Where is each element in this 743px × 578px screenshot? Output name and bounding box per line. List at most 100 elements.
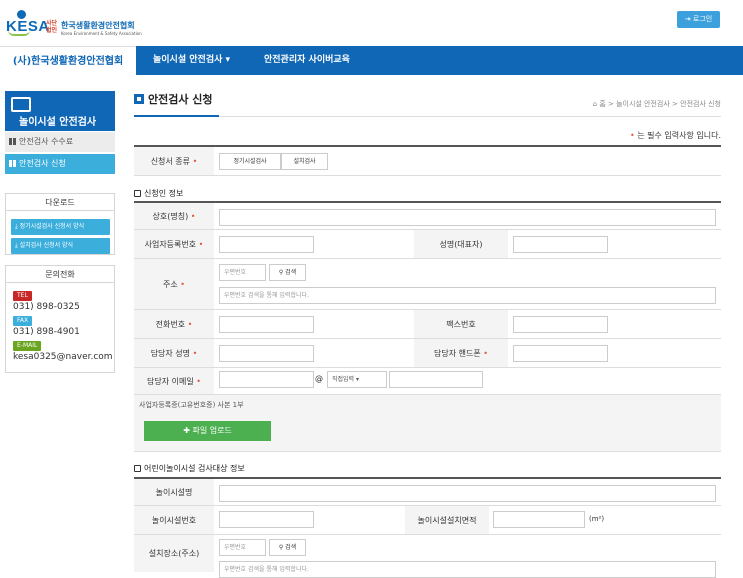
mobile-label: 담당자 핸드폰 • — [414, 339, 508, 367]
ceo-label: 성명(대표자) — [414, 230, 508, 258]
download-label: 정기시설검사 신청서 양식 — [19, 223, 85, 230]
download-title: 다운로드 — [6, 194, 114, 211]
bizno-input[interactable] — [219, 236, 314, 253]
download-icon: ⤓ — [15, 242, 18, 249]
logo-org-name: 한국생활환경안전협회 — [61, 21, 135, 30]
company-row: 상호(명칭) • — [134, 201, 721, 230]
email-at: @ — [315, 374, 323, 383]
login-button[interactable]: ⇥ 로그인 — [677, 11, 720, 28]
breadcrumb: ⌂ 홈 > 놀이시설 안전검사 > 안전검사 신청 — [593, 99, 721, 109]
phone-label: 전화번호 • — [134, 310, 214, 338]
company-input[interactable] — [219, 209, 716, 226]
title-square-icon — [134, 94, 144, 104]
company-label: 상호(명칭) • — [134, 203, 214, 229]
sidebar-header: 놀이시설 안전검사 — [5, 91, 115, 131]
location-label: 설치장소(주소) — [134, 535, 214, 572]
bizno-label: 사업자등록번호 • — [134, 230, 214, 258]
address-input[interactable]: 우편번호 검색을 통해 입력합니다. — [219, 287, 716, 304]
mobile-input[interactable] — [513, 345, 608, 362]
bizno-label-text: 사업자등록번호 — [144, 239, 197, 249]
type-regular-button[interactable]: 정기시설검사 — [219, 153, 281, 170]
location-search-button[interactable]: ⚲ 검색 — [269, 539, 306, 556]
email-label-text: 담당자 이메일 — [147, 376, 194, 386]
logo-org-type: 사단 법인 — [46, 20, 58, 34]
fax-input[interactable] — [513, 316, 608, 333]
address-label-text: 주소 — [163, 279, 178, 289]
nav-item-inspection[interactable]: 놀이시설 안전검사 ▾ — [153, 46, 230, 75]
nav-item-cyber-education[interactable]: 안전관리자 사이버교육 — [264, 46, 350, 75]
facility-no-row: 놀이시설번호 놀이시설설치면적 (m²) — [134, 506, 721, 535]
page-title: 안전검사 신청 — [134, 91, 213, 107]
required-note: • 는 필수 입력사항 입니다. — [629, 131, 721, 140]
download-box: 다운로드 ⤓ 정기시설검사 신청서 양식 ⤓ 설치검사 신청서 양식 — [5, 193, 115, 255]
fax-number: 031) 898-4901 — [13, 327, 80, 337]
contact-box: 문의전화 TEL 031) 898-0325 FAX 031) 898-4901… — [5, 265, 115, 373]
main-nav: (사)한국생활환경안전협회 놀이시설 안전검사 ▾ 안전관리자 사이버교육 — [0, 46, 743, 75]
logo-org-name-en: Korea Environment & Safety Association — [61, 31, 142, 36]
zip-search-label: 검색 — [285, 269, 297, 276]
facility-name-input[interactable] — [219, 485, 716, 502]
required-note-text: 는 필수 입력사항 입니다. — [637, 131, 721, 140]
email-domain-value: 직접입력 — [332, 376, 355, 383]
type-label-text: 신청서 종류 — [150, 156, 191, 166]
facility-area-label: 놀이시설설치면적 — [405, 506, 489, 534]
email-local-input[interactable] — [219, 371, 314, 388]
page-title-text: 안전검사 신청 — [148, 93, 213, 106]
download-label: 설치검사 신청서 양식 — [19, 242, 74, 249]
nav-home-link[interactable]: (사)한국생활환경안전협회 — [0, 46, 136, 75]
tel-badge: TEL — [13, 291, 32, 301]
facility-name-label: 놀이시설명 — [134, 479, 214, 505]
grid-icon — [9, 138, 16, 145]
login-icon: ⇥ — [684, 15, 691, 23]
plus-icon: ✚ — [183, 426, 190, 435]
download-regular-form-button[interactable]: ⤓ 정기시설검사 신청서 양식 — [11, 219, 110, 235]
type-label: 신청서 종류 • — [134, 147, 214, 175]
applicant-section-title: 신청인 정보 — [134, 188, 183, 199]
email-domain-select[interactable]: 직접입력 ▾ — [327, 371, 387, 388]
type-install-button[interactable]: 설치검사 — [281, 153, 328, 170]
contact-title: 문의전화 — [6, 266, 114, 283]
facility-section-title: 어린이놀이시설 검사대상 정보 — [134, 463, 245, 474]
zip-input[interactable]: 우편번호 — [219, 264, 266, 281]
manager-label-text: 담당자 성명 — [150, 348, 191, 358]
email-label: 담당자 이메일 • — [134, 368, 214, 394]
address-row: 주소 • 우편번호 ⚲ 검색 우편번호 검색을 통해 입력합니다. — [134, 259, 721, 310]
download-install-form-button[interactable]: ⤓ 설치검사 신청서 양식 — [11, 238, 110, 254]
phone-input[interactable] — [219, 316, 314, 333]
area-unit: (m²) — [589, 515, 605, 523]
location-zip-input[interactable]: 우편번호 — [219, 539, 266, 556]
facility-name-row: 놀이시설명 — [134, 477, 721, 506]
tel-number: 031) 898-0325 — [13, 302, 80, 312]
sidebar-title: 놀이시설 안전검사 — [19, 117, 97, 128]
section-icon — [134, 465, 141, 472]
location-address-input[interactable]: 우편번호 검색을 통해 입력합니다. — [219, 561, 716, 578]
phone-row: 전화번호 • 팩스번호 — [134, 310, 721, 339]
attachment-note: 사업자등록증(고유번호증) 사본 1부 — [139, 401, 244, 409]
site-logo[interactable]: KESA 사단 법인 한국생활환경안전협회 Korea Environment … — [6, 10, 142, 38]
sidebar-item-label: 안전검사 신청 — [19, 159, 66, 168]
address-label: 주소 • — [134, 259, 214, 309]
logo-swoosh-icon — [8, 30, 30, 36]
facility-section-text: 어린이놀이시설 검사대상 정보 — [144, 464, 245, 473]
file-upload-label: 파일 업로드 — [192, 426, 232, 435]
sidebar-item-apply[interactable]: 안전검사 신청 — [5, 154, 115, 174]
sidebar-item-label: 안전검사 수수료 — [19, 137, 74, 146]
facility-no-label: 놀이시설번호 — [134, 506, 214, 534]
chevron-down-icon: ▾ — [356, 376, 360, 383]
facility-no-input[interactable] — [219, 511, 314, 528]
file-upload-button[interactable]: ✚ 파일 업로드 — [144, 421, 271, 441]
email-domain-input[interactable] — [389, 371, 483, 388]
monitor-icon — [11, 97, 31, 112]
facility-area-input[interactable] — [493, 511, 585, 528]
home-icon: ⌂ — [592, 100, 598, 108]
section-icon — [134, 190, 141, 197]
breadcrumb-text: 홈 > 놀이시설 안전검사 > 안전검사 신청 — [599, 100, 721, 108]
email-badge: E-MAIL — [13, 341, 42, 351]
manager-row: 담당자 성명 • 담당자 핸드폰 • — [134, 339, 721, 368]
sidebar-item-fee[interactable]: 안전검사 수수료 — [5, 132, 115, 152]
login-label: 로그인 — [692, 15, 713, 23]
ceo-input[interactable] — [513, 236, 608, 253]
manager-input[interactable] — [219, 345, 314, 362]
zip-search-button[interactable]: ⚲ 검색 — [269, 264, 306, 281]
search-icon: ⚲ — [278, 269, 284, 276]
